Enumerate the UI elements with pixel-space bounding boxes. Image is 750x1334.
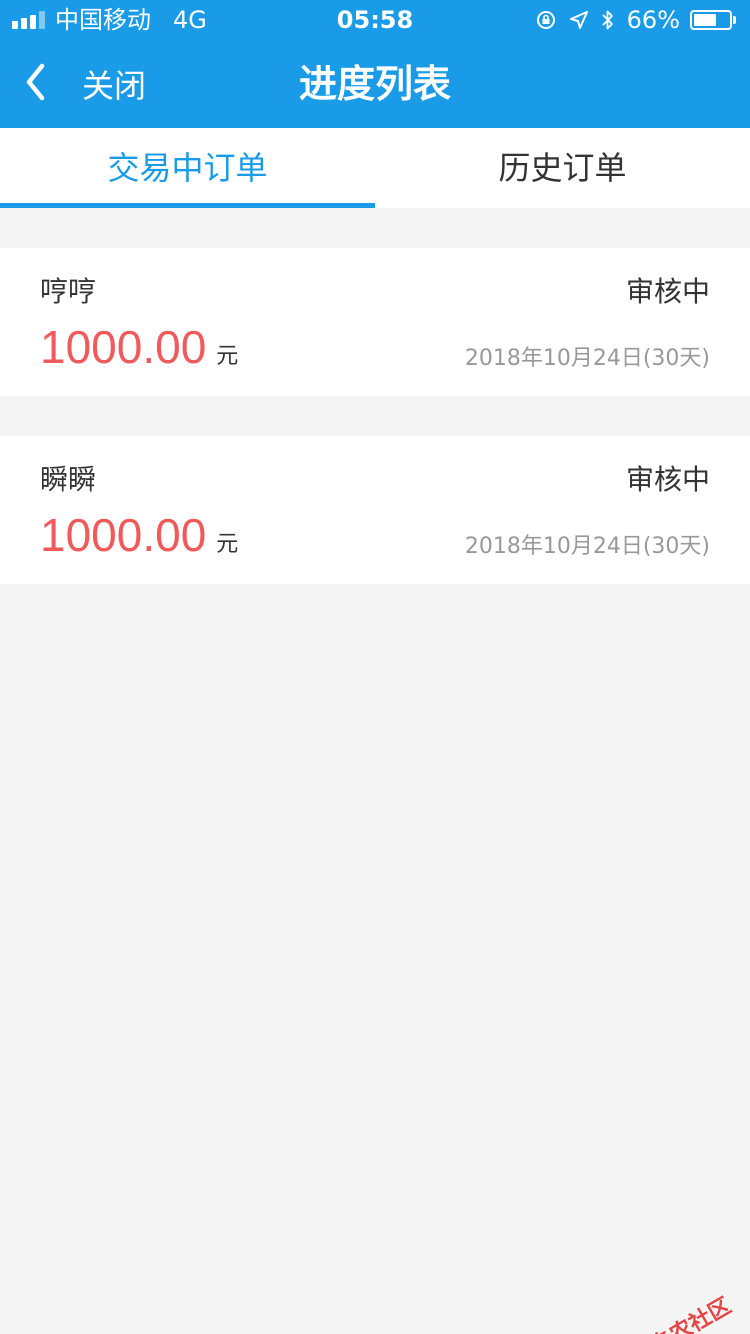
app-root: 中国移动 4G 05:58 66% 关闭 进度列表 交易中订单 历史订单 哼哼 … [0, 0, 750, 1334]
network-type: 4G [173, 6, 207, 34]
order-status: 审核中 [625, 463, 710, 496]
order-tabs: 交易中订单 历史订单 [0, 128, 750, 208]
carrier-name: 中国移动 [55, 6, 151, 34]
status-left: 中国移动 4G [12, 0, 207, 40]
nav-bar: 关闭 进度列表 [0, 40, 750, 128]
order-name: 哼哼 [40, 275, 97, 308]
order-status: 审核中 [625, 275, 710, 308]
order-amount: 1000.00 [40, 321, 207, 373]
battery-fill [694, 14, 716, 26]
order-card[interactable]: 瞬瞬 审核中 1000.00 元 2018年10月24日(30天) [0, 436, 750, 584]
order-card[interactable]: 哼哼 审核中 1000.00 元 2018年10月24日(30天) [0, 248, 750, 396]
status-bar: 中国移动 4G 05:58 66% [0, 0, 750, 40]
order-amount-row: 1000.00 元 [40, 508, 238, 562]
bluetooth-icon [601, 9, 615, 31]
location-icon [569, 10, 589, 30]
battery-icon [690, 10, 736, 30]
chevron-left-icon [24, 62, 46, 106]
order-name: 瞬瞬 [40, 463, 97, 496]
close-button-label: 关闭 [82, 67, 147, 105]
orientation-lock-icon [535, 9, 557, 31]
tab-history-orders[interactable]: 历史订单 [375, 128, 750, 208]
order-amount: 1000.00 [40, 509, 207, 561]
order-date: 2018年10月24日(30天) [464, 534, 710, 559]
close-button[interactable]: 关闭 [24, 40, 146, 128]
tab-trading-orders[interactable]: 交易中订单 [0, 128, 375, 208]
order-amount-unit: 元 [216, 532, 239, 557]
status-right: 66% [523, 0, 736, 40]
battery-percent: 66% [626, 6, 680, 34]
order-amount-unit: 元 [216, 344, 239, 369]
watermark-text: 卡农社区 [646, 1293, 736, 1334]
signal-icon [12, 11, 45, 29]
watermark: 卡农社区 [620, 1288, 736, 1334]
order-amount-row: 1000.00 元 [40, 320, 238, 374]
order-date: 2018年10月24日(30天) [464, 346, 710, 371]
